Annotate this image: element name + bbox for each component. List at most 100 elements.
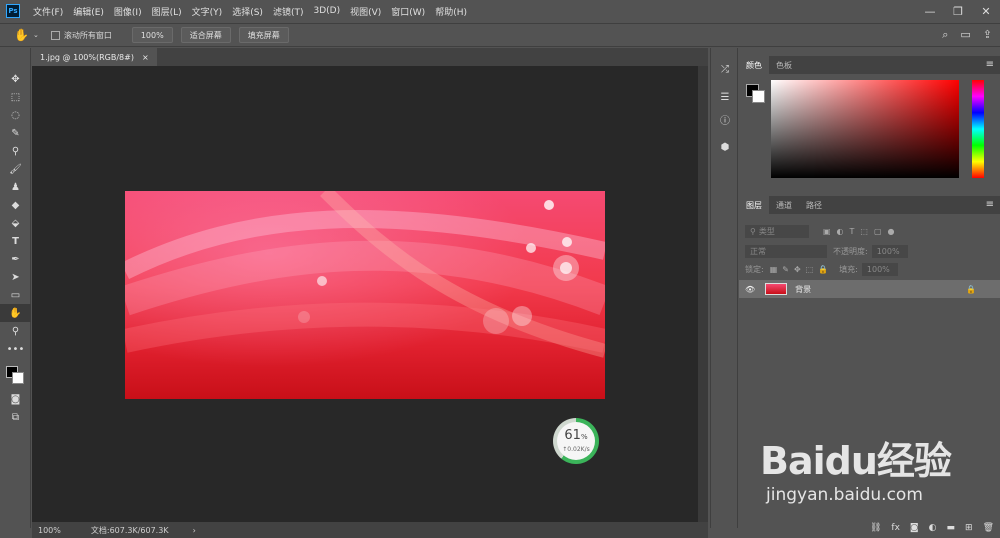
brush-tool-icon[interactable]: 🖌 [0,160,31,178]
menu-view[interactable]: 视图(V) [350,5,381,18]
fx-icon[interactable]: fx [891,523,900,533]
eraser-tool-icon[interactable]: ◆ [0,196,31,214]
delete-layer-icon[interactable]: 🗑 [983,523,994,533]
search-icon[interactable]: ⌕ [942,28,948,42]
lasso-tool-icon[interactable]: ◌ [0,106,31,124]
status-doc-size: 文档:607.3K/607.3K [90,525,169,535]
quick-select-tool-icon[interactable]: ✎ [0,124,31,142]
opacity-input[interactable]: 100% [871,244,908,258]
status-expand-icon[interactable]: › [193,526,196,535]
stamp-tool-icon[interactable]: ♟ [0,178,31,196]
marquee-tool-icon[interactable]: ⬚ [0,88,31,106]
hand-tool-icon[interactable]: ✋ [0,304,31,322]
fill-label: 填充: [839,264,858,274]
adjustment-layer-icon[interactable]: ◐ [929,523,937,533]
lock-icons[interactable]: ▦✎✥⬚🔒 [770,265,833,274]
menu-3d[interactable]: 3D(D) [313,6,340,16]
menu-window[interactable]: 窗口(W) [391,5,425,18]
menu-file[interactable]: 文件(F) [33,5,63,18]
status-bar: 100% 文档:607.3K/607.3K › [32,522,708,538]
blend-mode-select[interactable]: 正常 [745,244,827,258]
network-speed-widget[interactable]: 61% ↑0.02K/s [553,418,599,464]
new-group-icon[interactable]: ▬ [947,523,956,533]
menu-filter[interactable]: 滤镜(T) [273,5,304,18]
background-color-swatch[interactable] [752,90,765,103]
hand-tool-icon[interactable]: ✋ [14,28,29,42]
3d-cube-icon[interactable]: ⬢ [711,136,739,158]
network-percent: 61% [564,428,588,443]
close-button[interactable]: ✕ [972,0,1000,22]
document-image[interactable] [125,191,605,399]
layers-panel-tabs: 图层 通道 路径 [739,196,1000,214]
blend-row: 正常 不透明度: 100% [739,242,1000,260]
maximize-button[interactable]: ❐ [944,0,972,22]
status-zoom[interactable]: 100% [38,526,61,535]
panel-menu-icon[interactable]: ≡ [986,59,994,70]
tab-layers[interactable]: 图层 [739,196,769,214]
properties-icon[interactable]: ☰ [711,86,739,108]
window-controls: — ❐ ✕ [916,0,1000,22]
abstract-waves-artwork [125,191,605,358]
workspace-icon[interactable]: ▭ [960,28,970,42]
more-tools-icon[interactable]: ••• [0,340,31,358]
history-icon[interactable]: ⤮ [711,58,739,80]
hue-slider[interactable] [972,80,984,178]
tab-channels[interactable]: 通道 [769,196,799,214]
type-tool-icon[interactable]: T [0,232,31,250]
scroll-all-windows-checkbox[interactable]: 滚动所有窗口 [50,30,112,41]
close-tab-icon[interactable]: × [142,53,149,62]
fit-screen-button[interactable]: 适合屏幕 [180,27,231,43]
fill-input[interactable]: 100% [861,262,898,276]
menu-type[interactable]: 文字(Y) [192,5,223,18]
tab-color[interactable]: 颜色 [739,56,769,74]
fill-screen-button[interactable]: 填充屏幕 [238,27,289,43]
eye-icon[interactable]: 👁 [745,285,755,294]
eyedropper-tool-icon[interactable]: ⚲ [0,142,31,160]
layer-thumbnail [765,283,788,295]
move-tool-icon[interactable]: ✥ [0,70,31,88]
watermark-url: jingyan.baidu.com [766,485,923,505]
document-tab[interactable]: 1.jpg @ 100%(RGB/8#) × [32,48,157,66]
new-layer-icon[interactable]: ⊞ [965,523,973,533]
link-layers-icon[interactable]: ⛓ [870,523,881,533]
menu-layer[interactable]: 图层(L) [152,5,182,18]
rectangle-tool-icon[interactable]: ▭ [0,286,31,304]
scroll-all-windows-label: 滚动所有窗口 [63,30,112,40]
document-tab-title: 1.jpg @ 100%(RGB/8#) [40,52,134,62]
vertical-scrollbar[interactable] [698,66,708,522]
color-swatches[interactable] [0,358,31,390]
layers-footer: ⛓ fx ◙ ◐ ▬ ⊞ 🗑 [739,518,1000,538]
screen-mode-icon[interactable]: ⧉ [0,408,31,426]
lock-row: 锁定: ▦✎✥⬚🔒 填充: 100% [739,260,1000,278]
menu-select[interactable]: 选择(S) [232,5,263,18]
tab-swatches[interactable]: 色板 [769,56,799,74]
zoom-100-button[interactable]: 100% [131,27,173,43]
layer-filter-select[interactable]: ⚲ 类型 [745,224,809,238]
info-icon[interactable]: ⓘ [711,108,739,130]
paint-bucket-tool-icon[interactable]: ⬙ [0,214,31,232]
options-bar: ✋ ⌄ 滚动所有窗口 100% 适合屏幕 填充屏幕 ⌕ ▭ ⇪ [0,23,1000,47]
pen-tool-icon[interactable]: ✒ [0,250,31,268]
chevron-down-icon[interactable]: ⌄ [33,31,39,39]
color-picker-field[interactable] [771,80,959,178]
menu-edit[interactable]: 编辑(E) [73,5,104,18]
baidu-jingyan-watermark: Baidu经验 jingyan.baidu.com [760,430,990,520]
menu-image[interactable]: 图像(I) [114,5,142,18]
tab-paths[interactable]: 路径 [799,196,829,214]
canvas-area[interactable] [32,66,698,522]
path-select-tool-icon[interactable]: ➤ [0,268,31,286]
zoom-tool-icon[interactable]: ⚲ [0,322,31,340]
background-color-swatch[interactable] [12,372,24,384]
layer-filter-row: ⚲ 类型 ▣◐T⬚▢● [739,222,1000,240]
menu-bar: Ps 文件(F) 编辑(E) 图像(I) 图层(L) 文字(Y) 选择(S) 滤… [0,0,1000,22]
layer-filter-icons[interactable]: ▣◐T⬚▢● [823,227,901,236]
panel-menu-icon[interactable]: ≡ [986,199,994,210]
share-icon[interactable]: ⇪ [983,28,992,42]
menu-help[interactable]: 帮助(H) [435,5,467,18]
layer-row-background[interactable]: 👁 背景 🔒 [739,280,1000,298]
quick-mask-icon[interactable]: ◙ [0,390,31,408]
minimize-button[interactable]: — [916,0,944,22]
add-mask-icon[interactable]: ◙ [910,523,919,533]
layer-name: 背景 [795,284,812,294]
document-tab-bar: 1.jpg @ 100%(RGB/8#) × [32,48,708,66]
